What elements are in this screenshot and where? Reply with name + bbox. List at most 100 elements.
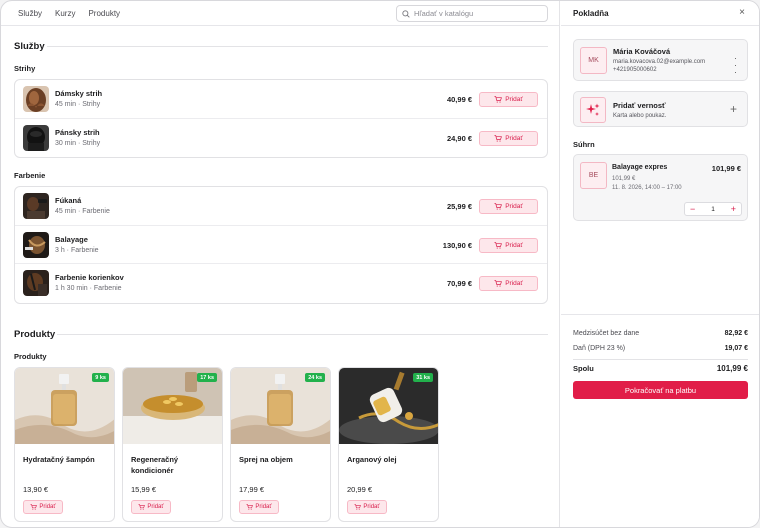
add-service-button[interactable]: Pridať [479,92,538,107]
cart-icon [494,134,503,142]
product-price: 17,99 € [239,485,265,494]
close-icon[interactable]: × [739,7,745,18]
product-name: Hydratačný šampón [23,455,95,464]
sparkle-icon [580,97,606,123]
service-thumbnail [23,86,49,112]
service-row: Dámsky strih 45 min · Strihy 40,99 € Pri… [15,80,547,119]
stock-badge: 24 ks [305,373,325,382]
search-icon [402,9,410,18]
nav-item-courses[interactable]: Kurzy [55,9,75,18]
item-name: Balayage expres [612,164,668,171]
cart-icon [494,280,503,287]
tax-value: 19,07 € [724,345,748,352]
product-price: 13,90 € [23,485,49,494]
quantity-stepper: − 1 + [684,202,742,216]
totals-section: Medzisúčet bez dane 82,92 € Daň (DPH 23 … [561,314,759,373]
add-label: Pridať [363,504,380,510]
section-title-products: Produkty [14,329,56,340]
loyalty-title: Pridať vernosť [613,101,666,110]
product-image: 17 ks [123,368,222,444]
service-price: 25,99 € [446,202,472,211]
summary-title: Súhrn [573,140,595,149]
plus-icon[interactable]: + [731,204,736,214]
service-meta: 3 h · Farbenie [55,246,99,254]
product-name: Sprej na objem [239,455,293,464]
group-title-haircuts: Strihy [14,64,36,73]
service-name: Pánsky strih [55,127,100,137]
add-product-button[interactable]: Pridať [239,500,279,514]
product-image: 24 ks [231,368,330,444]
catalog-content: Služby Strihy Dámsky strih 45 min · Stri… [1,27,560,527]
product-name: Regeneračný kondicionér [131,455,179,475]
item-unit-price: 101,99 € [612,176,636,182]
cart-icon [354,504,362,510]
item-avatar: BE [580,162,607,189]
customer-name: Mária Kováčová [613,47,671,56]
add-service-button[interactable]: Pridať [479,130,538,146]
minus-icon[interactable]: − [690,204,695,214]
checkout-title: Pokladňa [573,9,609,18]
add-loyalty-card[interactable]: Pridať vernosť Karta alebo poukaz. + [573,91,748,127]
service-name: Balayage [55,234,88,244]
service-price: 130,90 € [442,240,472,250]
product-card: 31 ks Arganový olej 20,99 € Pridať [338,367,439,522]
cart-icon [246,504,254,510]
avatar: MK [580,47,607,74]
service-thumbnail [23,270,49,296]
cart-icon [494,203,503,210]
add-service-button[interactable]: Pridať [479,199,538,214]
total-value: 101,99 € [716,364,748,373]
cart-icon [494,96,503,103]
product-card: 24 ks Sprej na objem 17,99 € Pridať [230,367,331,522]
service-meta: 1 h 30 min · Farbenie [55,285,122,292]
checkout-header: Pokladňa × [561,1,759,26]
customer-email: maria.kovacova.02@example.com [613,59,706,65]
add-product-button[interactable]: Pridať [131,500,171,514]
add-product-button[interactable]: Pridať [23,500,63,514]
service-meta: 30 min · Strihy [55,139,101,147]
cart-icon [30,504,38,510]
add-service-button[interactable]: Pridať [479,237,538,253]
subtotal-value: 82,92 € [724,330,748,337]
subtotal-label: Medzisúčet bez dane [573,330,640,337]
total-row: Spolu 101,99 € [573,364,748,373]
service-name: Dámsky strih [55,89,103,98]
add-label: Pridať [255,504,272,510]
nav-item-services[interactable]: Služby [18,9,42,18]
tax-label: Daň (DPH 23 %) [573,345,626,352]
service-thumbnail [23,193,49,219]
more-options-icon[interactable]: · · · [734,54,737,77]
cart-icon [138,504,146,510]
divider [47,46,548,47]
continue-to-payment-button[interactable]: Pokračovať na platbu [573,381,748,399]
service-row: Fúkaná 45 min · Farbenie 25,99 € Pridať [15,187,547,226]
search-input[interactable] [414,9,539,18]
add-label: Pridať [505,96,523,103]
loyalty-subtitle: Karta alebo poukaz. [613,113,667,119]
product-price: 15,99 € [131,485,157,494]
service-row: Farbenie korienkov 1 h 30 min · Farbenie… [15,264,547,303]
plus-icon[interactable]: + [730,102,737,116]
service-meta: 45 min · Strihy [55,101,101,108]
customer-card[interactable]: MK Mária Kováčová maria.kovacova.02@exam… [573,39,748,81]
stock-badge: 9 ks [92,373,109,382]
stock-badge: 31 ks [413,373,433,382]
group-title-coloring: Farbenie [14,171,46,180]
search-box[interactable] [396,5,548,22]
service-price: 24,90 € [446,133,472,143]
divider [57,334,548,335]
nav-item-products[interactable]: Produkty [88,9,120,18]
item-total: 101,99 € [711,164,741,173]
divider [573,359,748,360]
section-title-services: Služby [14,41,45,52]
product-image: 9 ks [15,368,114,444]
item-datetime: 11. 8. 2026, 14:00 – 17:00 [612,185,682,191]
add-service-button[interactable]: Pridať [479,276,538,291]
add-product-button[interactable]: Pridať [347,500,387,514]
checkout-panel: Pokladňa × MK Mária Kováčová maria.kovac… [561,1,759,527]
product-card: 9 ks Hydratačný šampón 13,90 € Pridať [14,367,115,522]
add-label: Pridať [505,241,523,249]
services-list-haircuts: Dámsky strih 45 min · Strihy 40,99 € Pri… [14,79,548,158]
group-title-products: Produkty [14,352,47,361]
product-name: Arganový olej [347,455,397,464]
